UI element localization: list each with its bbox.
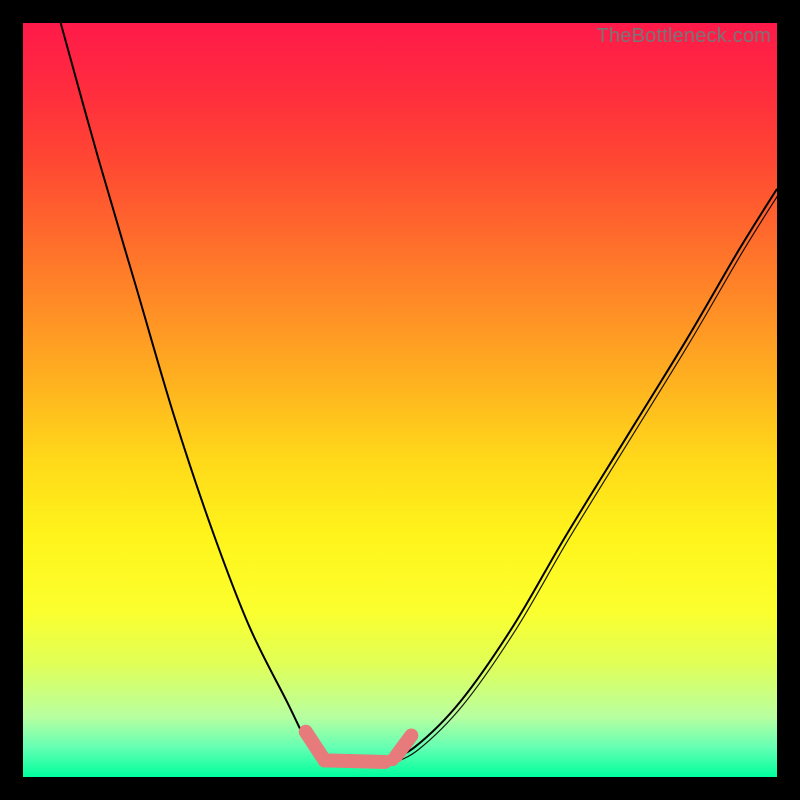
plot-area: TheBottleneck.com (23, 23, 777, 777)
right-curve (385, 189, 777, 762)
optimal-range-marker (306, 732, 412, 766)
right-curve-shadow (388, 192, 780, 765)
chart-frame: TheBottleneck.com (0, 0, 800, 800)
marker-dot (386, 753, 399, 766)
chart-svg (23, 23, 777, 777)
marker-segment (396, 736, 411, 756)
left-curve (61, 23, 325, 762)
marker-segment (325, 760, 385, 762)
